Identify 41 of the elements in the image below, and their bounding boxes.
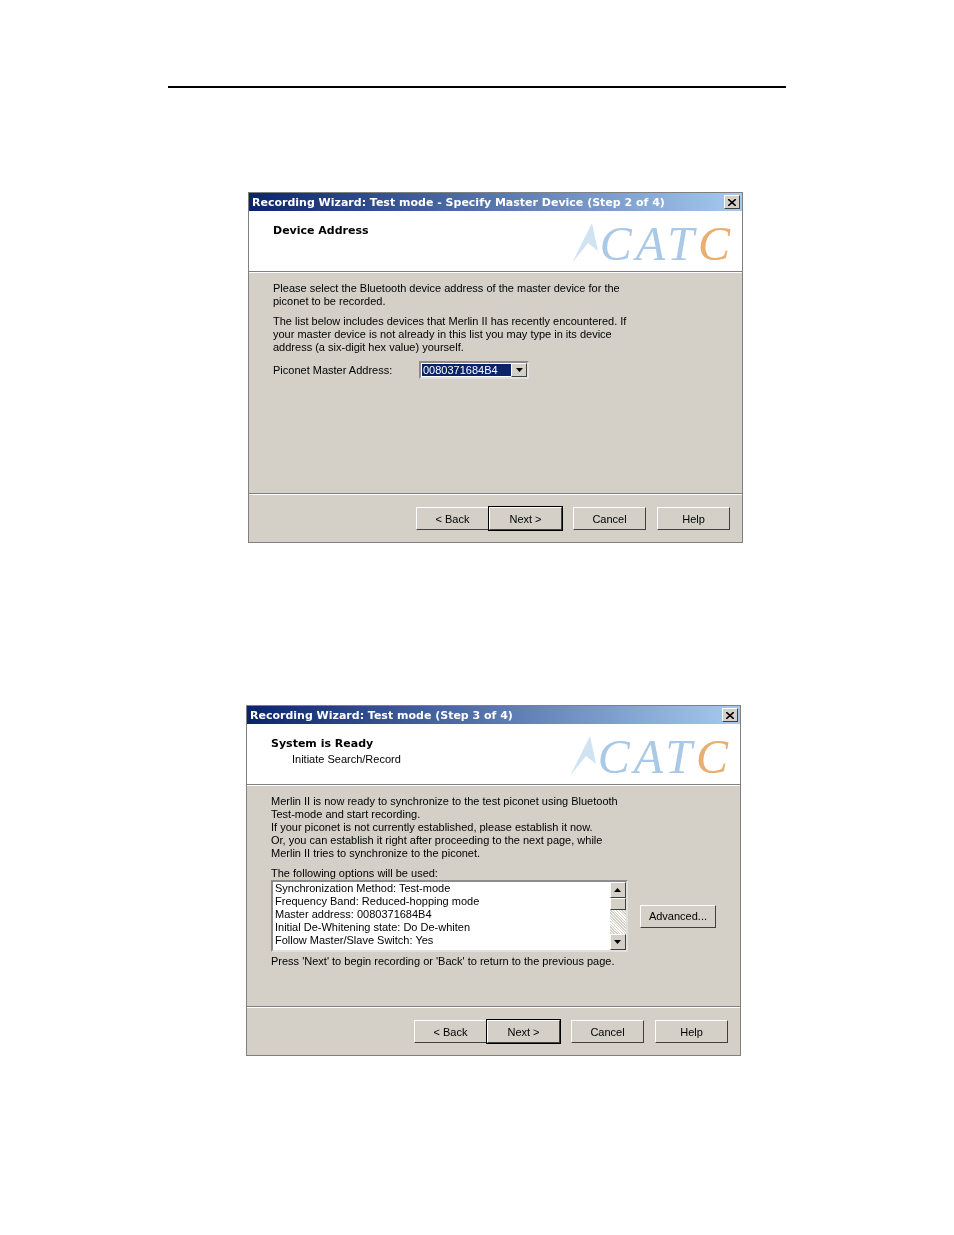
options-list-box[interactable]: Synchronization Method: Test-mode Frequency Band: Reduced-hopping mode Master address: 0080371684B4 Initial De-Whitening state: Do De-whiten Follow Master/Slave Switch: Yes bbox=[271, 880, 628, 952]
advanced-button[interactable]: Advanced... bbox=[639, 904, 716, 928]
instruction-text: The list below includes devices that Merlin II has recently encountered. If your master device is not already in this list you may type in its device address (a six-digit hex value) yourself. bbox=[273, 315, 628, 354]
list-item: Frequency Band: Reduced-hopping mode bbox=[275, 895, 481, 908]
address-combo-box[interactable]: 0080371684B4 bbox=[419, 361, 529, 379]
down-arrow-icon bbox=[614, 940, 622, 944]
wizard-button[interactable]: Next > bbox=[487, 1020, 560, 1043]
wizard-button[interactable]: Cancel bbox=[573, 507, 646, 530]
close-button[interactable] bbox=[722, 708, 738, 722]
logo-text: CATC bbox=[599, 215, 734, 271]
field-label: Piconet Master Address: bbox=[273, 364, 394, 376]
close-icon bbox=[726, 711, 734, 719]
caret-icon bbox=[515, 368, 523, 372]
window-title: Recording Wizard: Test mode - Specify Master Device (Step 2 of 4) bbox=[252, 195, 665, 209]
instruction-text: Please select the Bluetooth device address of the master device for the piconet to be recorded. bbox=[273, 282, 621, 308]
list-label: The following options will be used: bbox=[271, 867, 439, 879]
list-item: Initial De-Whitening state: Do De-whiten bbox=[275, 921, 472, 934]
logo-text: CATC bbox=[597, 728, 732, 784]
scrollbar[interactable] bbox=[609, 882, 626, 950]
instruction-text: Press 'Next' to begin recording or 'Back' to return to the previous page. bbox=[271, 955, 616, 967]
wizard-button[interactable]: Cancel bbox=[571, 1020, 644, 1043]
window-title: Recording Wizard: Test mode (Step 3 of 4) bbox=[250, 708, 513, 722]
close-icon bbox=[728, 198, 736, 206]
list-item: Synchronization Method: Test-mode bbox=[275, 882, 452, 895]
instruction-text: Or, you can establish it right after proceeding to the next page, while Merlin II tries to synchronize to the piconet. bbox=[271, 834, 604, 860]
instruction-text: If your piconet is not currently established, please establish it now. bbox=[271, 821, 594, 834]
list-item: Master address: 0080371684B4 bbox=[275, 908, 433, 921]
dropdown-button[interactable] bbox=[511, 363, 527, 377]
wizard-button[interactable]: < Back bbox=[414, 1020, 487, 1043]
up-arrow-icon bbox=[614, 888, 622, 892]
page-heading: Device Address bbox=[273, 224, 369, 237]
page-heading: System is Ready bbox=[271, 737, 375, 750]
scroll-thumb[interactable] bbox=[609, 898, 626, 910]
list-item: Follow Master/Slave Switch: Yes bbox=[275, 934, 435, 947]
wizard-button[interactable]: Next > bbox=[489, 507, 562, 530]
wizard-button[interactable]: Help bbox=[655, 1020, 728, 1043]
wizard-button[interactable]: < Back bbox=[416, 507, 489, 530]
wizard-button[interactable]: Help bbox=[657, 507, 730, 530]
page-subheading: Initiate Search/Record bbox=[292, 753, 401, 765]
close-button[interactable] bbox=[724, 195, 740, 209]
instruction-text: Merlin II is now ready to synchronize to the test piconet using Bluetooth Test-mode and start recording. bbox=[271, 795, 619, 821]
